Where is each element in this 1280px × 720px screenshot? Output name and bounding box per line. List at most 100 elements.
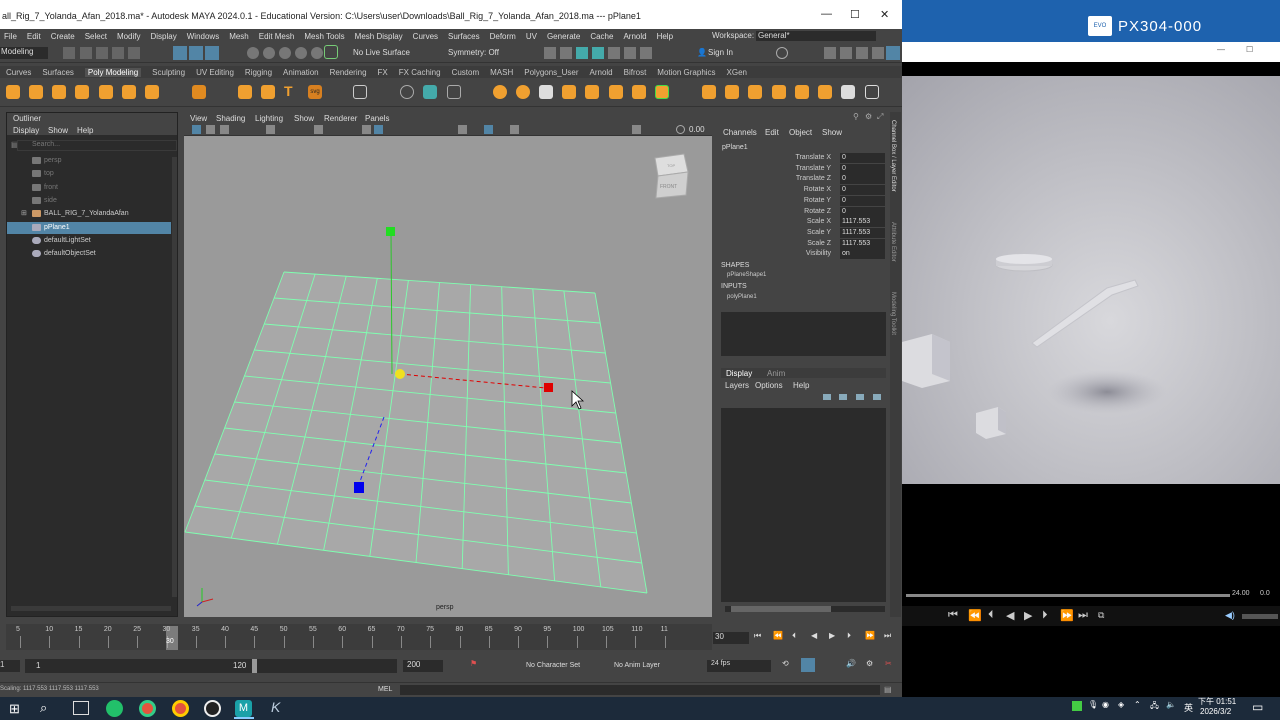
smooth-icon[interactable] — [493, 85, 507, 99]
reduce-icon[interactable] — [516, 85, 530, 99]
channel-box-icon[interactable] — [872, 47, 884, 59]
float-icon[interactable]: ⤢ — [877, 112, 883, 122]
hypershade-icon[interactable] — [608, 47, 620, 59]
open-scene-icon[interactable] — [80, 47, 92, 59]
shelf-tab-fx-caching[interactable]: FX Caching — [399, 68, 441, 77]
fill-hole-icon[interactable] — [655, 85, 669, 99]
channel-row[interactable]: Scale Y 1117.553 — [717, 227, 887, 239]
next-frame-icon[interactable]: ⏵ — [1042, 609, 1048, 622]
outliner-scrollbar[interactable] — [172, 157, 177, 597]
play-forward-icon[interactable]: ▶ — [829, 631, 835, 640]
layer-move-down-icon[interactable] — [839, 394, 847, 400]
shelf-tab-uv-editing[interactable]: UV Editing — [196, 68, 234, 77]
vpn-icon[interactable]: ◉ — [1102, 700, 1109, 709]
outliner-hscrollbar[interactable] — [11, 606, 171, 611]
playback-settings-icon[interactable] — [801, 658, 815, 672]
workspace-select[interactable]: General* — [756, 31, 876, 41]
menu-arnold[interactable]: Arnold — [623, 32, 646, 41]
channel-value[interactable]: on — [840, 249, 885, 260]
light-editor-icon[interactable] — [640, 47, 652, 59]
select-tool-icon[interactable] — [173, 46, 187, 60]
start-time-field[interactable]: 1 — [0, 660, 20, 672]
volume-icon[interactable]: ◀) — [1225, 610, 1235, 621]
layer-menu-help[interactable]: Help — [793, 381, 809, 390]
outliner-search-input[interactable]: Search... — [17, 140, 177, 151]
step-back-frame-icon[interactable]: ⏴ — [792, 631, 796, 641]
channel-value[interactable]: 0 — [840, 174, 885, 185]
shelf-tab-xgen[interactable]: XGen — [727, 68, 747, 77]
sweep-mesh-icon[interactable] — [261, 85, 275, 99]
platonic-solid-icon[interactable] — [192, 85, 206, 99]
outliner-item[interactable]: front — [7, 182, 171, 194]
channel-menu-channels[interactable]: Channels — [723, 128, 757, 137]
channel-value[interactable]: 0 — [840, 195, 885, 206]
step-forward-key-icon[interactable]: ⏩ — [865, 631, 875, 640]
tool-settings-icon[interactable] — [856, 47, 868, 59]
channel-row[interactable]: Translate X 0 — [717, 153, 887, 164]
outliner-menu-display[interactable]: Display — [13, 126, 39, 135]
outliner-item[interactable]: persp — [7, 155, 171, 167]
tab-modeling-toolkit[interactable]: Modeling Toolkit — [890, 292, 896, 335]
first-frame-icon[interactable]: ⏮ — [948, 609, 958, 622]
center-pivot-icon[interactable] — [865, 85, 879, 99]
player-scrubber[interactable] — [906, 594, 1230, 597]
obs-icon[interactable] — [204, 700, 221, 717]
anim-layer-select[interactable]: No Anim Layer — [614, 662, 660, 669]
viewcube[interactable]: TOP FRONT — [654, 153, 689, 199]
tab-anim[interactable]: Anim — [767, 369, 785, 378]
snap-surface-icon[interactable] — [311, 47, 323, 59]
mel-label[interactable]: MEL — [378, 686, 392, 693]
layer-menu-options[interactable]: Options — [755, 381, 783, 390]
tray-app-icon[interactable] — [1072, 701, 1082, 711]
search-icon[interactable]: ⌕ — [40, 700, 47, 716]
range-bar[interactable] — [25, 659, 397, 673]
shelf-tab-animation[interactable]: Animation — [283, 68, 319, 77]
channel-menu-show[interactable]: Show — [822, 128, 842, 137]
close-button[interactable]: ✕ — [880, 8, 889, 21]
script-editor-icon[interactable]: ▤ — [884, 685, 892, 694]
render-seq-icon[interactable] — [560, 47, 572, 59]
play-back-icon[interactable]: ◀ — [811, 631, 817, 640]
lasso-tool-icon[interactable] — [189, 46, 203, 60]
shelf-tab-polygons-user[interactable]: Polygons_User — [524, 68, 578, 77]
outliner-menu-help[interactable]: Help — [77, 126, 93, 135]
tray-chevron-icon[interactable]: ⌃ — [1134, 700, 1141, 709]
bevel-icon[interactable] — [609, 85, 623, 99]
redo-icon[interactable] — [128, 47, 140, 59]
layer-menu-layers[interactable]: Layers — [725, 381, 749, 390]
auto-key-icon[interactable]: ⚑ — [470, 659, 477, 668]
ground-plane[interactable] — [185, 272, 647, 593]
menu-edit[interactable]: Edit — [27, 32, 41, 41]
new-scene-icon[interactable] — [63, 47, 75, 59]
shelf-tab-arnold[interactable]: Arnold — [590, 68, 613, 77]
extrude-icon[interactable] — [562, 85, 576, 99]
expand-icon[interactable]: ⊞ — [21, 209, 27, 217]
task-view-icon[interactable] — [73, 701, 89, 715]
channel-menu-edit[interactable]: Edit — [765, 128, 779, 137]
channel-value[interactable]: 1117.553 — [840, 217, 885, 228]
shelf-tab-mash[interactable]: MASH — [490, 68, 513, 77]
start-button[interactable]: ⊞ — [9, 701, 20, 717]
combine-icon[interactable] — [400, 85, 414, 99]
poly-cube-icon[interactable] — [29, 85, 43, 99]
range-end-handle[interactable] — [252, 659, 257, 673]
help-icon[interactable] — [776, 47, 788, 59]
manipulator-y-handle[interactable] — [386, 227, 395, 236]
chrome-icon[interactable] — [139, 700, 156, 717]
tab-attribute-editor[interactable]: Attribute Editor — [890, 222, 896, 262]
render-frame-icon[interactable] — [544, 47, 556, 59]
poly-plane-icon[interactable] — [122, 85, 136, 99]
ime-indicator[interactable]: 英 — [1184, 701, 1193, 714]
menu-select[interactable]: Select — [85, 32, 107, 41]
notification-icon[interactable]: ▭ — [1252, 700, 1263, 714]
go-to-start-icon[interactable]: ⏮ — [754, 631, 761, 641]
menu-generate[interactable]: Generate — [547, 32, 580, 41]
layer-move-up-icon[interactable] — [823, 394, 831, 400]
poly-disc-icon[interactable] — [145, 85, 159, 99]
quad-draw-icon[interactable] — [772, 85, 786, 99]
viewport-panel[interactable]: View Shading Lighting Show Renderer Pane… — [184, 112, 712, 617]
channel-value[interactable]: 0 — [840, 163, 885, 174]
mirror-icon[interactable] — [539, 85, 553, 99]
merge-icon[interactable] — [632, 85, 646, 99]
step-forward-frame-icon[interactable]: ⏵ — [847, 631, 851, 641]
